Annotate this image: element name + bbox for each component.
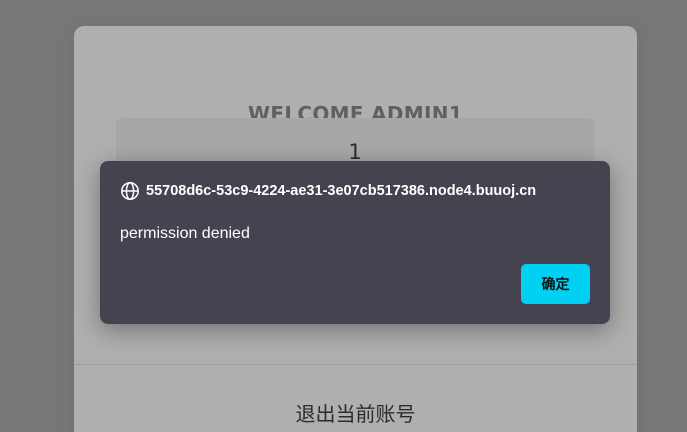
dialog-message: permission denied <box>120 225 250 242</box>
dialog-origin: 55708d6c-53c9-4224-ae31-3e07cb517386.nod… <box>146 183 537 199</box>
globe-icon <box>120 181 140 201</box>
ok-button[interactable]: 确定 <box>521 264 590 304</box>
alert-dialog: 55708d6c-53c9-4224-ae31-3e07cb517386.nod… <box>100 161 610 324</box>
dialog-header: 55708d6c-53c9-4224-ae31-3e07cb517386.nod… <box>120 181 536 201</box>
page: WELCOME ADMIN1 1 退出当前账号 55708d6c-53c9-42… <box>0 0 687 432</box>
